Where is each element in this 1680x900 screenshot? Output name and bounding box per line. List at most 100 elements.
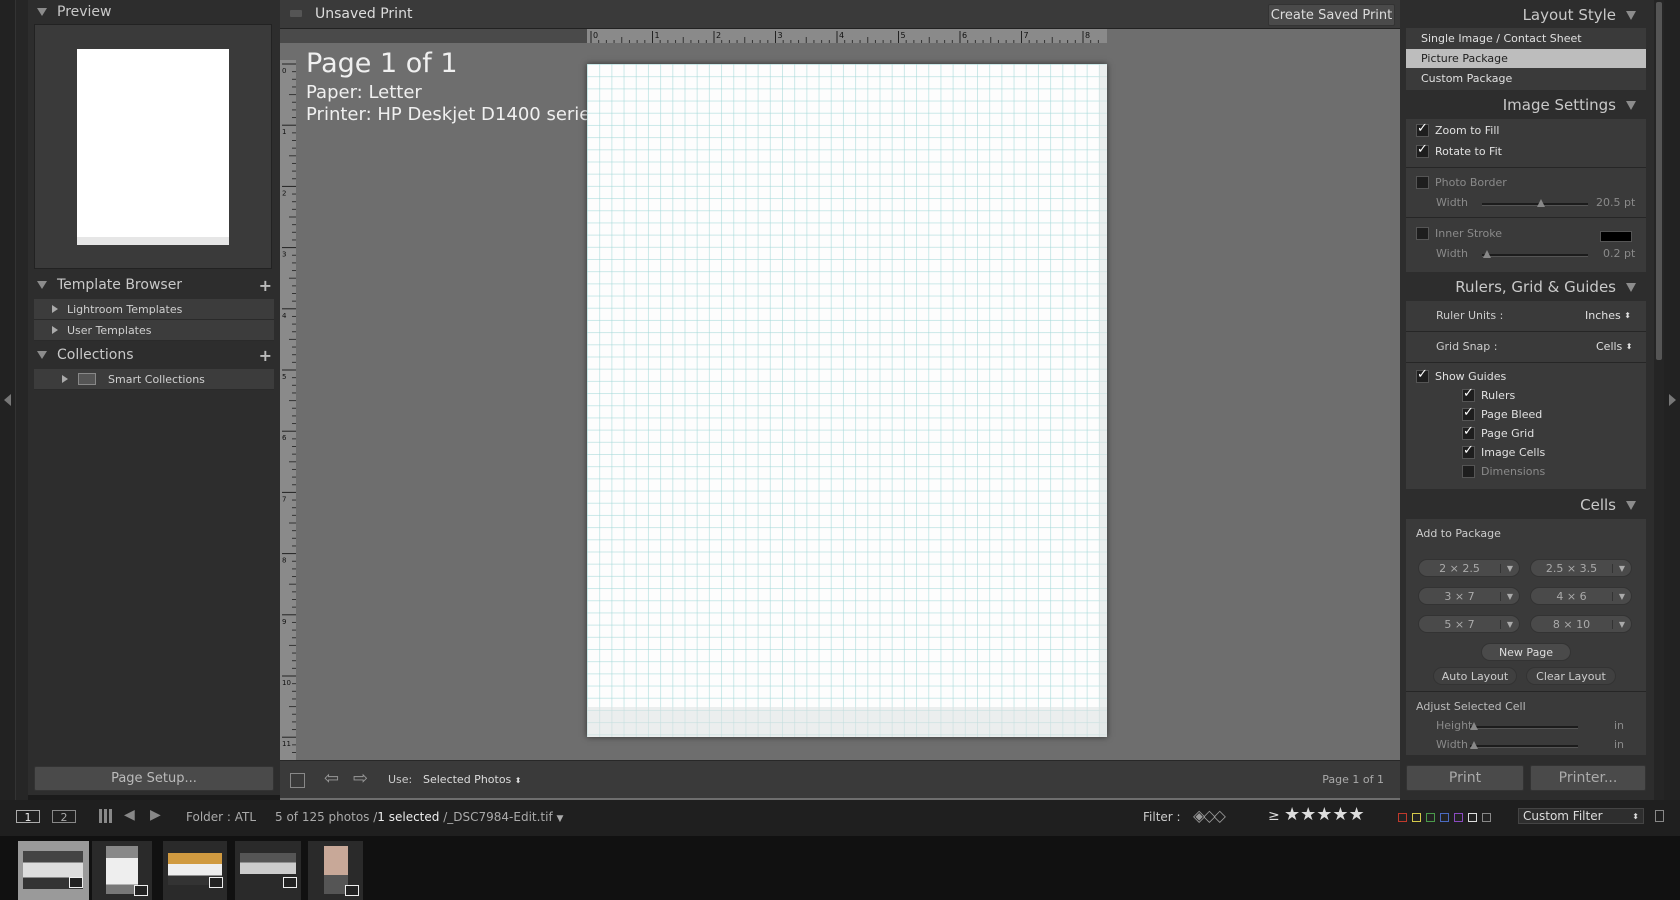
color-label-swatch[interactable] <box>1426 813 1435 822</box>
slider-knob[interactable] <box>1537 199 1545 207</box>
dropdown-arrow-icon[interactable]: ▼ <box>1612 591 1631 601</box>
screen-1-button[interactable]: 1 <box>16 810 40 824</box>
add-collection-icon[interactable]: + <box>259 346 272 365</box>
expand-icon[interactable] <box>52 305 58 313</box>
forward-arrow-icon[interactable]: ▶ <box>150 807 161 823</box>
collections-header[interactable]: Collections + <box>28 343 280 367</box>
expand-icon[interactable] <box>52 326 58 334</box>
dropdown-arrow-icon[interactable]: ▼ <box>557 814 564 824</box>
custom-filter-dropdown[interactable]: Custom Filter ⬍ <box>1518 808 1644 824</box>
layout-option-single[interactable]: Single Image / Contact Sheet <box>1406 29 1646 48</box>
create-saved-print-button[interactable]: Create Saved Print <box>1268 4 1395 26</box>
inner-stroke-checkbox[interactable]: Inner Stroke <box>1416 227 1502 240</box>
stop-button[interactable] <box>290 773 305 788</box>
cell-width-slider[interactable] <box>1470 741 1578 749</box>
rating-operator[interactable]: ≥ <box>1268 808 1280 824</box>
photo-border-checkbox[interactable]: Photo Border <box>1416 176 1507 189</box>
right-panel-scrollbar[interactable] <box>1654 0 1664 800</box>
border-width-label: Width <box>1436 196 1468 209</box>
next-page-arrow-icon[interactable]: ⇨ <box>353 768 368 789</box>
clear-layout-button[interactable]: Clear Layout <box>1526 667 1616 685</box>
grid-snap-dropdown[interactable]: Cells ⬍ <box>1596 340 1633 353</box>
checkbox-label: Zoom to Fill <box>1435 124 1500 137</box>
button-label: New Page <box>1498 645 1554 659</box>
layout-option-picture-package[interactable]: Picture Package <box>1406 49 1646 68</box>
color-label-swatch[interactable] <box>1482 813 1491 822</box>
tree-item-smart-collections[interactable]: Smart Collections <box>34 369 274 390</box>
grid-view-icon[interactable] <box>99 809 113 823</box>
dropdown-arrow-icon[interactable]: ▼ <box>1612 619 1631 629</box>
dropdown-arrow-icon[interactable]: ▼ <box>1500 591 1519 601</box>
show-guides-checkbox[interactable]: Show Guides <box>1416 367 1506 383</box>
color-label-swatch[interactable] <box>1440 813 1449 822</box>
image-settings-header[interactable]: Image Settings <box>1400 92 1648 118</box>
auto-layout-button[interactable]: Auto Layout <box>1433 667 1517 685</box>
cell-height-slider[interactable] <box>1470 722 1578 730</box>
page-counter: Page 1 of 1 <box>1322 773 1384 786</box>
right-panel-edge[interactable] <box>1664 0 1680 800</box>
print-page[interactable] <box>587 64 1107 737</box>
slider-knob[interactable] <box>1470 722 1478 730</box>
image-cells-checkbox[interactable]: Image Cells <box>1462 443 1545 459</box>
rotate-to-fit-checkbox[interactable]: Rotate to Fit <box>1416 142 1502 158</box>
filmstrip-thumbnail[interactable] <box>235 841 301 900</box>
rating-filter-stars[interactable]: ★★★★★ <box>1284 804 1365 825</box>
slider-knob[interactable] <box>1483 250 1491 258</box>
filmstrip-thumbnail[interactable] <box>308 841 363 900</box>
scroll-thumb[interactable] <box>1656 2 1662 360</box>
cell-size-button[interactable]: 3 × 7 ▼ <box>1418 587 1520 605</box>
filter-lock-icon[interactable] <box>1655 810 1664 822</box>
color-label-swatch[interactable] <box>1468 813 1477 822</box>
use-dropdown[interactable]: Selected Photos ⬍ <box>423 773 522 786</box>
cell-size-button[interactable]: 2 × 2.5 ▼ <box>1418 559 1520 577</box>
printer-button[interactable]: Printer... <box>1530 765 1646 791</box>
preview-header[interactable]: Preview <box>28 0 280 24</box>
dropdown-arrow-icon[interactable]: ▼ <box>1500 563 1519 573</box>
dropdown-arrow-icon[interactable]: ▼ <box>1612 563 1631 573</box>
rulers-checkbox[interactable]: Rulers <box>1462 386 1515 402</box>
page-grid-checkbox[interactable]: Page Grid <box>1462 424 1534 440</box>
expand-icon[interactable] <box>62 375 68 383</box>
zoom-to-fill-checkbox[interactable]: Zoom to Fill <box>1416 121 1500 137</box>
cell-size-button[interactable]: 5 × 7 ▼ <box>1418 615 1520 633</box>
dimensions-checkbox[interactable]: Dimensions <box>1462 465 1545 478</box>
cell-size-button[interactable]: 8 × 10 ▼ <box>1530 615 1632 633</box>
rulers-grid-guides-header[interactable]: Rulers, Grid & Guides <box>1400 274 1648 300</box>
color-label-filter[interactable] <box>1398 812 1496 825</box>
folder-label[interactable]: Folder : ATL <box>186 810 256 824</box>
new-page-button[interactable]: New Page <box>1481 643 1571 661</box>
collapse-left-icon[interactable] <box>4 394 11 406</box>
ruler-units-dropdown[interactable]: Inches ⬍ <box>1585 309 1631 322</box>
color-label-swatch[interactable] <box>1398 813 1407 822</box>
tree-item-user-templates[interactable]: User Templates <box>34 320 274 341</box>
add-template-icon[interactable]: + <box>259 276 272 295</box>
filmstrip-thumbnail[interactable] <box>18 841 89 900</box>
template-browser-header[interactable]: Template Browser + <box>28 273 280 297</box>
flag-filter-icons[interactable]: ◈◇◇ <box>1193 806 1226 825</box>
back-arrow-icon[interactable]: ◀ <box>124 807 135 823</box>
cell-size-button[interactable]: 2.5 × 3.5 ▼ <box>1530 559 1632 577</box>
screen-2-button[interactable]: 2 <box>52 810 76 824</box>
stroke-width-slider[interactable] <box>1482 250 1588 258</box>
layout-style-header[interactable]: Layout Style <box>1400 2 1648 28</box>
left-panel-edge[interactable] <box>0 0 16 800</box>
print-button[interactable]: Print <box>1406 765 1524 791</box>
tree-item-lightroom-templates[interactable]: Lightroom Templates <box>34 299 274 320</box>
cell-size-button[interactable]: 4 × 6 ▼ <box>1530 587 1632 605</box>
stroke-color-swatch[interactable] <box>1600 231 1632 242</box>
dropdown-arrow-icon[interactable]: ▼ <box>1500 619 1519 629</box>
filmstrip-thumbnail[interactable] <box>92 841 152 900</box>
page-bleed-checkbox[interactable]: Page Bleed <box>1462 405 1542 421</box>
color-label-swatch[interactable] <box>1454 813 1463 822</box>
previous-page-arrow-icon[interactable]: ⇦ <box>324 768 339 789</box>
collapse-right-icon[interactable] <box>1669 394 1676 406</box>
slider-knob[interactable] <box>1470 741 1478 749</box>
color-label-swatch[interactable] <box>1412 813 1421 822</box>
page-setup-button[interactable]: Page Setup... <box>34 766 274 791</box>
filmstrip-thumbnail[interactable] <box>163 841 227 900</box>
cells-header[interactable]: Cells <box>1400 492 1648 518</box>
photo-count[interactable]: 5 of 125 photos /1 selected /_DSC7984-Ed… <box>275 810 563 824</box>
border-width-slider[interactable] <box>1482 199 1588 207</box>
cell-size-label: 8 × 10 <box>1552 617 1591 631</box>
layout-option-custom[interactable]: Custom Package <box>1406 69 1646 88</box>
